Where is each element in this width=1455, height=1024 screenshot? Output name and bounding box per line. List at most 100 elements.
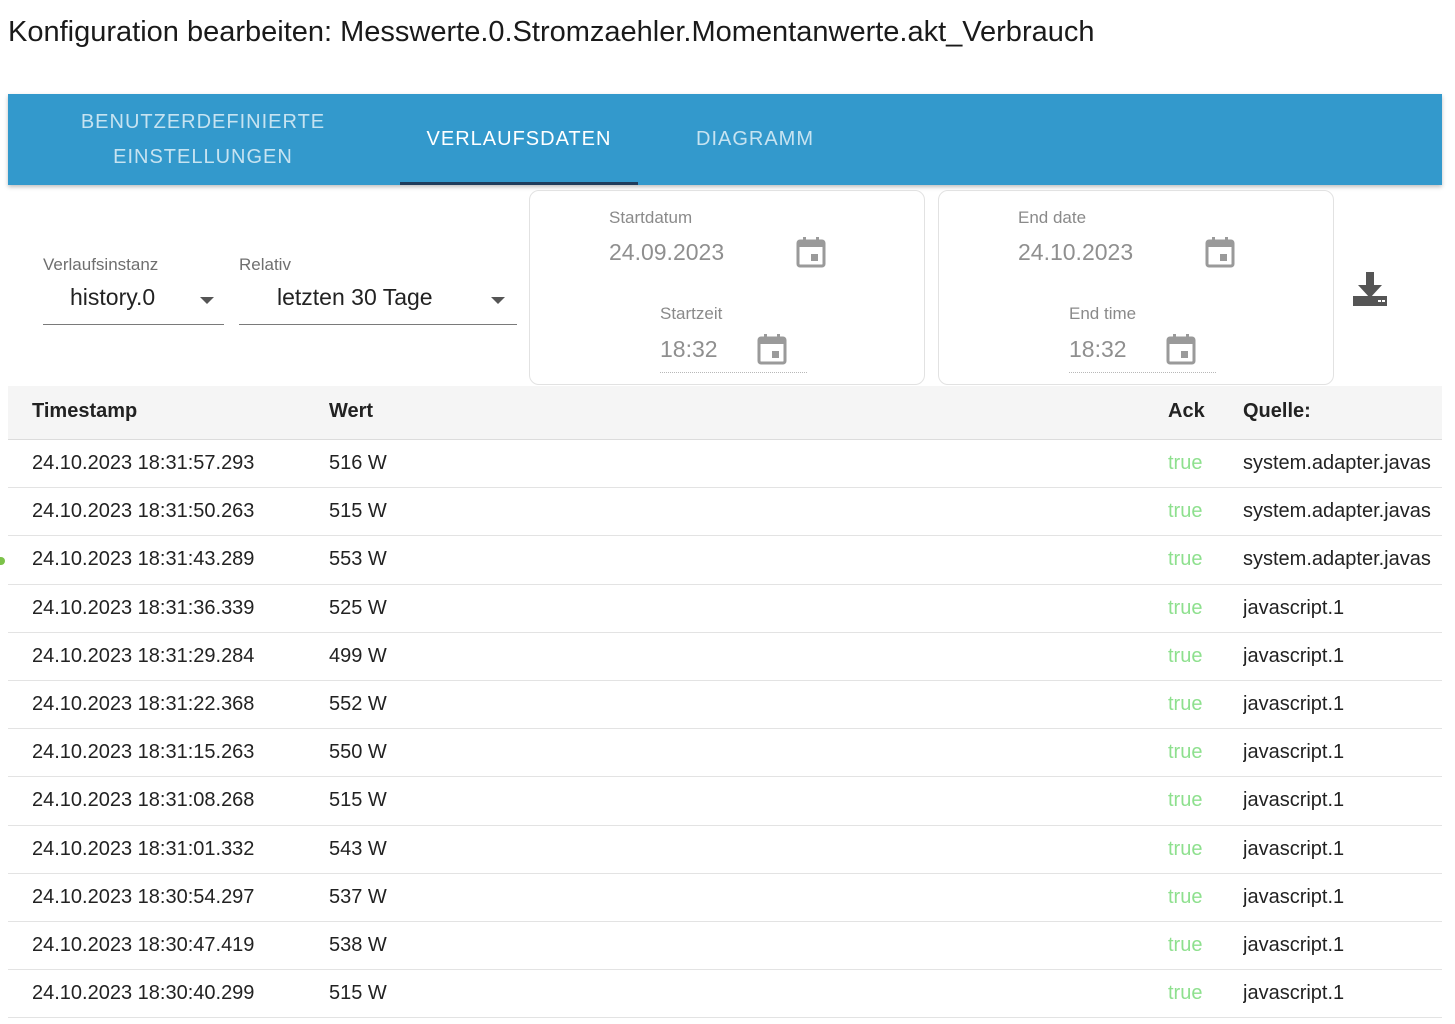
table-row[interactable]: 24.10.2023 18:30:54.297 537 W true javas… — [8, 874, 1442, 922]
cell-source: javascript.1 — [1243, 692, 1345, 715]
table-row[interactable]: 24.10.2023 18:31:29.284 499 W true javas… — [8, 633, 1442, 681]
cell-ack: true — [1168, 885, 1203, 908]
table-row[interactable]: 24.10.2023 18:30:47.419 538 W true javas… — [8, 922, 1442, 971]
row-marker — [0, 557, 5, 565]
calendar-icon[interactable] — [757, 333, 787, 365]
tab-custom-settings[interactable]: BENUTZERDEFINIERTE EINSTELLUNGEN — [53, 94, 353, 185]
header-value[interactable]: Wert — [329, 400, 373, 423]
calendar-icon[interactable] — [796, 236, 826, 268]
page-title: Konfiguration bearbeiten: Messwerte.0.St… — [8, 16, 1095, 48]
tab-active-indicator — [400, 182, 638, 185]
cell-timestamp: 24.10.2023 18:31:08.268 — [32, 789, 255, 812]
end-time-field[interactable]: 18:32 — [1069, 336, 1127, 363]
table-row[interactable]: 24.10.2023 18:31:08.268 515 W true javas… — [8, 777, 1442, 826]
cell-timestamp: 24.10.2023 18:31:01.332 — [32, 837, 255, 860]
cell-timestamp: 24.10.2023 18:31:50.263 — [32, 500, 255, 523]
start-time-label: Startzeit — [660, 304, 723, 323]
tab-bar: BENUTZERDEFINIERTE EINSTELLUNGEN VERLAUF… — [8, 94, 1442, 185]
cell-timestamp: 24.10.2023 18:31:15.263 — [32, 741, 255, 764]
table-row[interactable]: 24.10.2023 18:31:15.263 550 W true javas… — [8, 729, 1442, 778]
cell-source: javascript.1 — [1243, 789, 1345, 812]
header-ack[interactable]: Ack — [1168, 400, 1205, 423]
cell-value: 499 W — [329, 644, 387, 667]
cell-ack: true — [1168, 837, 1203, 860]
end-date-label: End date — [1018, 208, 1087, 227]
cell-value: 543 W — [329, 837, 387, 860]
tab-diagram[interactable]: DIAGRAMM — [660, 94, 850, 185]
cell-ack: true — [1168, 741, 1203, 764]
end-datetime-box: End date 24.10.2023 End time 18:32 — [938, 190, 1334, 385]
cell-source: javascript.1 — [1243, 644, 1345, 667]
tab-custom-settings-line2: EINSTELLUNGEN — [113, 145, 293, 168]
end-time-underline — [1069, 372, 1216, 373]
cell-value: 553 W — [329, 548, 387, 571]
header-source[interactable]: Quelle: — [1243, 400, 1311, 423]
cell-source: system.adapter.javas — [1243, 452, 1431, 474]
cell-value: 515 W — [329, 789, 387, 812]
relative-select[interactable]: letzten 30 Tage — [239, 284, 517, 325]
cell-timestamp: 24.10.2023 18:30:47.419 — [32, 933, 255, 956]
calendar-icon[interactable] — [1166, 333, 1196, 365]
cell-ack: true — [1168, 933, 1203, 956]
cell-value: 515 W — [329, 500, 387, 523]
table-row[interactable]: 24.10.2023 18:31:22.368 552 W true javas… — [8, 681, 1442, 730]
cell-source: javascript.1 — [1243, 596, 1345, 619]
cell-timestamp: 24.10.2023 18:31:36.339 — [32, 596, 255, 619]
table-row[interactable]: 24.10.2023 18:31:36.339 525 W true javas… — [8, 585, 1442, 633]
table-header: Timestamp Wert Ack Quelle: — [8, 386, 1442, 440]
cell-value: 552 W — [329, 692, 387, 715]
cell-ack: true — [1168, 644, 1203, 667]
relative-label: Relativ — [239, 255, 291, 274]
end-date-field[interactable]: 24.10.2023 — [1018, 239, 1133, 266]
tab-history-data[interactable]: VERLAUFSDATEN — [400, 94, 638, 185]
cell-source: javascript.1 — [1243, 982, 1345, 1005]
start-datetime-box: Startdatum 24.09.2023 Startzeit 18:32 — [529, 190, 925, 385]
cell-source: javascript.1 — [1243, 837, 1345, 860]
end-time-label: End time — [1069, 304, 1137, 323]
cell-timestamp: 24.10.2023 18:30:40.299 — [32, 982, 255, 1005]
cell-value: 538 W — [329, 933, 387, 956]
calendar-icon[interactable] — [1205, 236, 1235, 268]
cell-timestamp: 24.10.2023 18:31:29.284 — [32, 644, 255, 667]
cell-timestamp: 24.10.2023 18:30:54.297 — [32, 885, 255, 908]
start-time-underline — [660, 372, 807, 373]
cell-timestamp: 24.10.2023 18:31:57.293 — [32, 452, 255, 474]
relative-select-value: letzten 30 Tage — [277, 284, 433, 310]
cell-ack: true — [1168, 500, 1203, 523]
table-row[interactable]: 24.10.2023 18:31:43.289 553 W true syste… — [8, 536, 1442, 585]
cell-value: 525 W — [329, 596, 387, 619]
chevron-down-icon — [200, 297, 214, 304]
header-timestamp[interactable]: Timestamp — [32, 400, 137, 423]
start-date-field[interactable]: 24.09.2023 — [609, 239, 724, 266]
tab-custom-settings-line1: BENUTZERDEFINIERTE — [80, 110, 326, 133]
start-time-field[interactable]: 18:32 — [660, 336, 718, 363]
table-row[interactable]: 24.10.2023 18:31:57.293 516 W true syste… — [8, 440, 1442, 489]
cell-value: 516 W — [329, 452, 387, 474]
tab-diagram-label: DIAGRAMM — [696, 128, 814, 150]
cell-source: javascript.1 — [1243, 741, 1345, 764]
instance-select-value: history.0 — [70, 284, 156, 310]
chevron-down-icon — [491, 297, 505, 304]
cell-source: system.adapter.javas — [1243, 500, 1431, 523]
tab-history-data-label: VERLAUFSDATEN — [426, 128, 612, 150]
instance-label: Verlaufsinstanz — [43, 255, 159, 274]
cell-timestamp: 24.10.2023 18:31:22.368 — [32, 692, 255, 715]
start-date-label: Startdatum — [609, 208, 693, 227]
cell-ack: true — [1168, 452, 1203, 474]
cell-ack: true — [1168, 692, 1203, 715]
cell-value: 515 W — [329, 982, 387, 1005]
instance-select[interactable]: history.0 — [43, 284, 224, 325]
cell-ack: true — [1168, 982, 1203, 1005]
cell-source: system.adapter.javas — [1243, 548, 1431, 571]
cell-source: javascript.1 — [1243, 885, 1345, 908]
table-row[interactable]: 24.10.2023 18:31:01.332 543 W true javas… — [8, 826, 1442, 874]
cell-ack: true — [1168, 548, 1203, 571]
cell-source: javascript.1 — [1243, 933, 1345, 956]
cell-ack: true — [1168, 596, 1203, 619]
table-row[interactable]: 24.10.2023 18:30:40.299 515 W true javas… — [8, 970, 1442, 1019]
cell-value: 537 W — [329, 885, 387, 908]
table-row[interactable]: 24.10.2023 18:31:50.263 515 W true syste… — [8, 488, 1442, 537]
cell-value: 550 W — [329, 741, 387, 764]
cell-ack: true — [1168, 789, 1203, 812]
download-icon[interactable] — [1351, 270, 1389, 308]
